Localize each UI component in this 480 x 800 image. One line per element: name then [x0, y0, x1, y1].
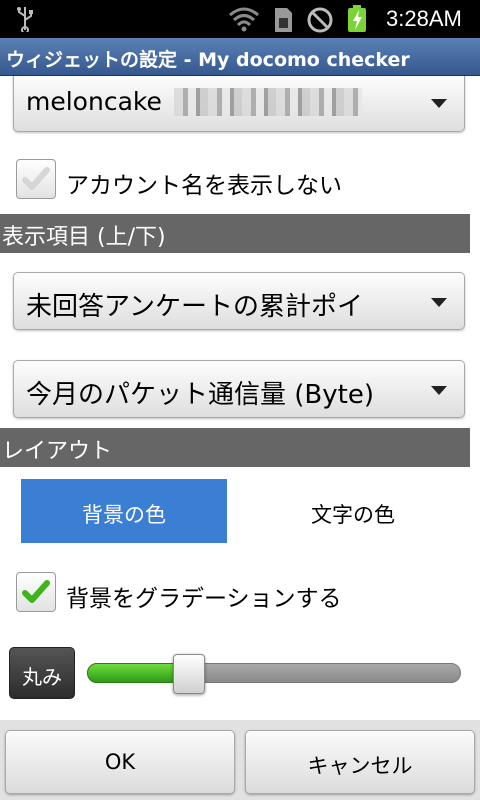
- check-icon: [22, 580, 50, 603]
- section-title: レイアウト: [2, 439, 113, 464]
- tab-text-color[interactable]: 文字の色: [250, 479, 456, 543]
- window-title: ウィジェットの設定 - My docomo checker: [6, 49, 410, 71]
- ok-button-label: OK: [104, 750, 136, 774]
- no-signal-icon: [307, 7, 333, 33]
- clock: 3:28AM: [386, 6, 462, 31]
- dropdown-arrow-icon: [431, 386, 447, 395]
- account-name: meloncake: [26, 87, 162, 116]
- roundness-text: 丸み: [22, 665, 62, 689]
- lower-item-spinner[interactable]: 今月のパケット通信量 (Byte): [13, 360, 465, 418]
- roundness-label: 丸み: [9, 647, 75, 699]
- slider-thumb[interactable]: [172, 654, 205, 694]
- tab-label: 文字の色: [311, 503, 395, 527]
- usb-icon: [17, 7, 33, 32]
- tab-background-color[interactable]: 背景の色: [21, 479, 227, 543]
- dropdown-arrow-icon: [431, 298, 447, 307]
- ok-button[interactable]: OK: [5, 730, 235, 794]
- gradient-checkbox[interactable]: [16, 572, 56, 612]
- status-bar: 3:28AM: [0, 0, 480, 38]
- section-title: 表示項目 (上/下): [2, 225, 166, 250]
- battery-charging-icon: [348, 5, 366, 32]
- title-bar: ウィジェットの設定 - My docomo checker: [0, 38, 480, 76]
- cancel-button[interactable]: キャンセル: [245, 730, 475, 794]
- tab-label: 背景の色: [82, 503, 166, 527]
- redacted-account-id: [174, 88, 362, 116]
- upper-item-spinner[interactable]: 未回答アンケートの累計ポイ: [13, 272, 465, 330]
- roundness-slider[interactable]: [87, 654, 461, 694]
- hide-account-label: アカウント名を表示しない: [66, 173, 342, 199]
- hide-account-checkbox[interactable]: [16, 159, 56, 199]
- check-icon: [22, 167, 50, 190]
- dropdown-arrow-icon: [431, 99, 447, 108]
- lower-item-value: 今月のパケット通信量 (Byte): [26, 380, 374, 410]
- wifi-icon: [229, 7, 259, 32]
- sim-card-icon: [275, 8, 292, 32]
- cancel-button-label: キャンセル: [307, 754, 413, 778]
- account-spinner[interactable]: meloncake: [13, 76, 465, 132]
- gradient-label: 背景をグラデーションする: [66, 586, 342, 612]
- section-header-display-items: 表示項目 (上/下): [0, 214, 470, 253]
- upper-item-value: 未回答アンケートの累計ポイ: [26, 292, 363, 322]
- section-header-layout: レイアウト: [0, 428, 470, 467]
